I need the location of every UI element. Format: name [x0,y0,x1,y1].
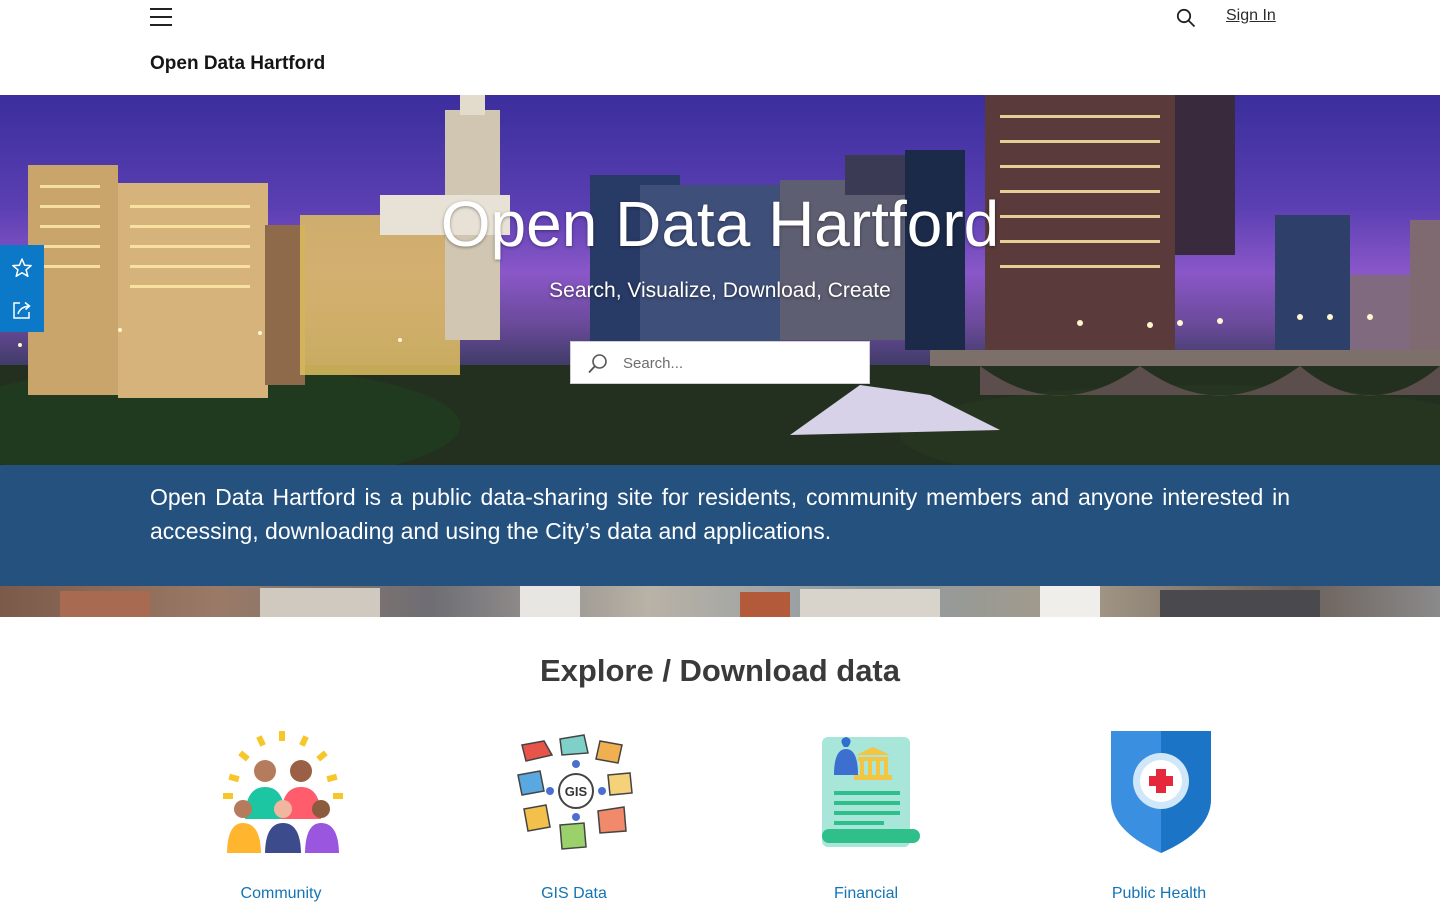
intro-text: Open Data Hartford is a public data-shar… [150,484,1290,544]
category-financial[interactable]: Financial [746,725,986,903]
category-label[interactable]: Community [161,885,401,903]
hero-subtitle: Search, Visualize, Download, Create [549,279,891,302]
svg-text:GIS: GIS [565,784,588,799]
intro-band: Open Data Hartford is a public data-shar… [0,465,1440,586]
hero-banner: Open Data Hartford Search, Visualize, Do… [0,95,1440,465]
hero-title: Open Data Hartford [440,188,1000,260]
category-label[interactable]: GIS Data [454,885,694,903]
side-toolbar [0,245,44,332]
category-label[interactable]: Public Health [1039,885,1279,903]
hamburger-menu-icon[interactable] [150,7,172,27]
gis-map-icon: GIS [517,734,633,850]
search-icon[interactable] [1176,8,1196,28]
health-shield-icon [1111,731,1211,853]
sign-in-link[interactable]: Sign In [1226,7,1276,25]
financial-document-icon [822,737,920,847]
category-public-health[interactable]: Public Health [1039,725,1279,903]
category-community[interactable]: Community [161,725,401,903]
category-label[interactable]: Financial [746,885,986,903]
explore-section-title: Explore / Download data [540,653,900,688]
star-icon[interactable] [11,257,33,279]
top-navigation-bar: Sign In Open Data Hartford [0,0,1440,95]
site-title[interactable]: Open Data Hartford [150,53,325,75]
hero-search-box[interactable] [570,341,870,384]
search-input[interactable] [623,350,853,376]
share-icon[interactable] [11,299,33,321]
search-icon [588,354,607,374]
community-people-icon [223,731,343,853]
neighborhood-photo-strip [0,586,1440,617]
category-gis-data[interactable]: GIS GIS Data [454,725,694,903]
